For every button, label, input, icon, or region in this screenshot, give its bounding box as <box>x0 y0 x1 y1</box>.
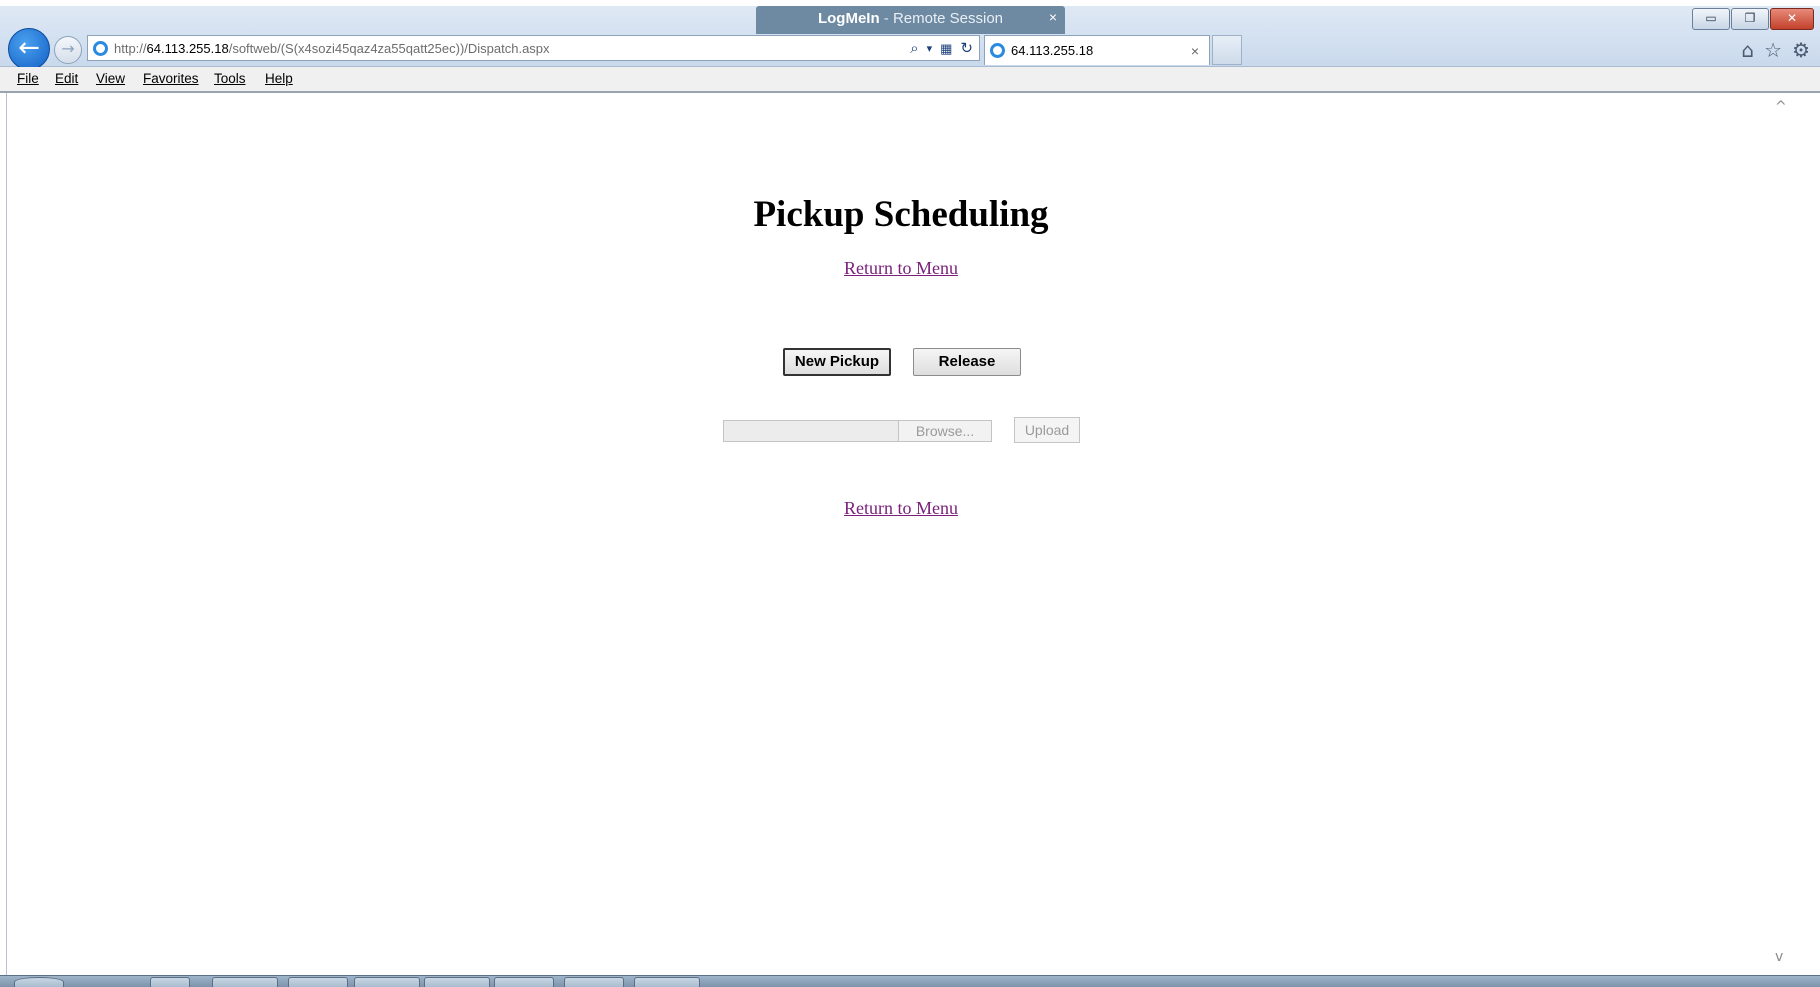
forward-button[interactable]: → <box>54 36 82 64</box>
minimize-button[interactable]: ▭ <box>1692 8 1730 30</box>
address-tools: ⌕ ▾ ▦ ↻ <box>910 36 973 60</box>
session-separator: - <box>879 10 893 27</box>
menu-tools[interactable]: Tools <box>214 67 246 91</box>
back-button[interactable]: ← <box>8 28 50 70</box>
ie-tab-icon <box>990 43 1005 58</box>
restore-button[interactable]: ❐ <box>1731 8 1769 30</box>
close-window-button[interactable]: ✕ <box>1770 8 1814 30</box>
gear-icon[interactable]: ⚙ <box>1792 38 1810 62</box>
logmein-brand: LogMeIn <box>817 10 880 27</box>
tab-title: 64.113.255.18 <box>1011 43 1094 58</box>
menu-bar: File Edit View Favorites Tools Help <box>0 67 1820 93</box>
toolbar-right-icons: ⌂ ☆ ⚙ <box>1741 38 1810 62</box>
ie-page-icon <box>93 41 108 56</box>
logmein-session-tab[interactable]: LogMeIn - Remote Session × <box>756 6 1065 34</box>
release-button[interactable]: Release <box>913 348 1021 376</box>
url-prefix: http:// <box>114 41 147 56</box>
menu-favorites[interactable]: Favorites <box>143 67 199 91</box>
url-path: /softweb/(S(x4sozi45qaz4za55qatt25ec))/D… <box>228 41 550 56</box>
page-title: Pickup Scheduling <box>753 194 1049 235</box>
session-label: Remote Session <box>892 10 1004 27</box>
menu-file[interactable]: File <box>17 67 39 91</box>
chevron-down-icon[interactable]: ▾ <box>927 36 933 60</box>
scroll-up-icon[interactable]: ^ <box>1775 99 1787 115</box>
home-icon[interactable]: ⌂ <box>1741 38 1754 62</box>
browser-tab[interactable]: 64.113.255.18 × <box>984 35 1210 65</box>
return-to-menu-link-bottom[interactable]: Return to Menu <box>844 498 958 518</box>
address-bar[interactable]: http://64.113.255.18/softweb/(S(x4sozi45… <box>87 35 980 61</box>
taskbar <box>0 975 1820 987</box>
browse-button[interactable]: Browse... <box>898 420 992 442</box>
menu-help[interactable]: Help <box>265 67 293 91</box>
session-close-icon[interactable]: × <box>1049 4 1057 30</box>
compatibility-view-icon[interactable]: ▦ <box>940 36 952 60</box>
page-viewport: Pickup Scheduling Return to Menu New Pic… <box>6 93 1795 975</box>
menu-view[interactable]: View <box>96 67 125 91</box>
upload-button[interactable]: Upload <box>1014 417 1080 443</box>
new-pickup-button[interactable]: New Pickup <box>783 348 891 376</box>
tab-close-icon[interactable]: × <box>1191 36 1199 66</box>
window-controls: ▭ ❐ ✕ <box>1692 8 1814 30</box>
menu-edit[interactable]: Edit <box>55 67 78 91</box>
favorites-star-icon[interactable]: ☆ <box>1764 38 1782 62</box>
scroll-down-icon[interactable]: v <box>1775 949 1783 965</box>
vertical-scrollbar[interactable]: ^ v <box>1771 93 1795 975</box>
search-icon[interactable]: ⌕ <box>910 36 918 60</box>
return-to-menu-link-top[interactable]: Return to Menu <box>844 258 958 278</box>
refresh-icon[interactable]: ↻ <box>960 36 973 60</box>
new-tab-button[interactable] <box>1212 35 1242 65</box>
file-path-input[interactable] <box>723 420 899 442</box>
url-host: 64.113.255.18 <box>146 41 229 56</box>
